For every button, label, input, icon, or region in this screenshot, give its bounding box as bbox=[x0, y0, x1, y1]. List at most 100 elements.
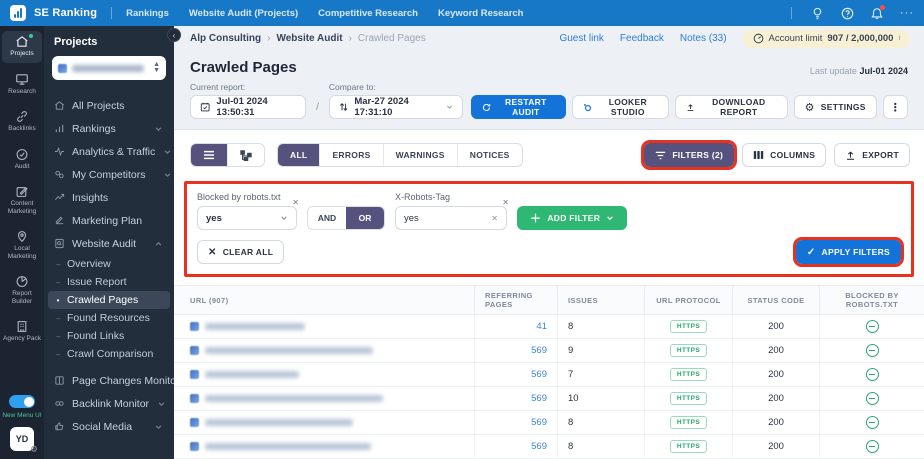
col-url-protocol[interactable]: URL PROTOCOL bbox=[645, 286, 733, 314]
tab-all[interactable]: ALL bbox=[278, 144, 321, 166]
blocked-by-robots-select[interactable]: yes bbox=[197, 206, 297, 230]
tab-errors[interactable]: ERRORS bbox=[320, 144, 384, 166]
rail-item-projects[interactable]: Projects bbox=[2, 31, 42, 63]
info-icon[interactable]: i bbox=[898, 35, 900, 42]
sidebar-item-all-projects[interactable]: All Projects bbox=[44, 94, 174, 117]
url-redacted[interactable] bbox=[205, 395, 383, 402]
remove-filter-icon[interactable]: ✕ bbox=[502, 198, 509, 207]
operator-or[interactable]: OR bbox=[346, 207, 384, 229]
tree-view-button[interactable] bbox=[228, 144, 264, 166]
url-redacted[interactable] bbox=[205, 323, 305, 330]
url-redacted[interactable] bbox=[205, 347, 373, 354]
breadcrumb-website-audit[interactable]: Website Audit bbox=[276, 33, 342, 44]
sidebar-item-rankings[interactable]: Rankings bbox=[44, 117, 174, 140]
rail-item-report-builder[interactable]: Report Builder bbox=[2, 271, 42, 310]
url-redacted[interactable] bbox=[205, 443, 371, 450]
referring-pages-link[interactable]: 569 bbox=[531, 369, 547, 380]
col-status-code[interactable]: STATUS CODE bbox=[733, 286, 820, 314]
guest-link[interactable]: Guest link bbox=[559, 33, 603, 44]
sidebar-subitem-overview[interactable]: – Overview bbox=[44, 255, 174, 273]
looker-studio-button[interactable]: LOOKER STUDIO bbox=[571, 95, 670, 119]
list-view-button[interactable] bbox=[191, 144, 228, 166]
more-menu-icon[interactable]: ··· bbox=[900, 7, 914, 19]
rail-item-backlinks[interactable]: Backlinks bbox=[2, 106, 42, 138]
topnav-competitive-research[interactable]: Competitive Research bbox=[318, 8, 418, 19]
settings-gear-icon[interactable]: ⚙ bbox=[30, 445, 38, 455]
brand-name[interactable]: SE Ranking bbox=[34, 7, 97, 19]
breadcrumb-project[interactable]: Alp Consulting bbox=[190, 33, 261, 44]
table-row[interactable]: 569 10 HTTPS 200 bbox=[174, 387, 924, 411]
table-row[interactable]: 569 7 HTTPS 200 bbox=[174, 363, 924, 387]
col-blocked-by-robots[interactable]: BLOCKED BY ROBOTS.TXT bbox=[820, 286, 924, 314]
sidebar-subitem-issue-report[interactable]: – Issue Report bbox=[44, 273, 174, 291]
calendar-icon bbox=[200, 102, 210, 112]
project-selector[interactable]: ▲ ▼ bbox=[52, 56, 166, 80]
current-report-picker[interactable]: Jul-01 2024 13:50:31 bbox=[190, 95, 307, 119]
account-limit-pill[interactable]: Account limit 907 / 2,000,000 i bbox=[742, 29, 910, 48]
sidebar-item-website-audit[interactable]: Website Audit bbox=[44, 232, 174, 255]
sidebar-item-page-changes-monitor[interactable]: Page Changes Monitor bbox=[44, 369, 179, 392]
sidebar-item-backlink-monitor[interactable]: Backlink Monitor bbox=[44, 392, 174, 415]
referring-pages-link[interactable]: 569 bbox=[531, 345, 547, 356]
https-badge: HTTPS bbox=[669, 344, 708, 357]
filters-button[interactable]: FILTERS (2) bbox=[641, 140, 738, 170]
sidebar-item-analytics-traffic[interactable]: Analytics & Traffic bbox=[44, 140, 174, 163]
export-button[interactable]: EXPORT bbox=[834, 143, 910, 167]
https-badge: HTTPS bbox=[669, 392, 708, 405]
lightbulb-icon[interactable] bbox=[810, 6, 824, 20]
compare-to-picker[interactable]: Mar-27 2024 17:31:10 bbox=[328, 95, 464, 119]
sidebar-item-marketing-plan[interactable]: Marketing Plan bbox=[44, 209, 174, 232]
sidebar-collapse-button[interactable]: ‹ bbox=[167, 28, 181, 42]
rail-item-research[interactable]: Research bbox=[2, 69, 42, 101]
sidebar-subitem-found-resources[interactable]: – Found Resources bbox=[44, 309, 174, 327]
sidebar-subitem-crawl-comparison[interactable]: – Crawl Comparison bbox=[44, 345, 174, 363]
referring-pages-link[interactable]: 41 bbox=[536, 321, 547, 332]
rail-item-agency-pack[interactable]: Agency Pack bbox=[2, 316, 42, 348]
sidebar-subitem-crawled-pages[interactable]: • Crawled Pages bbox=[48, 291, 170, 309]
tab-warnings[interactable]: WARNINGS bbox=[384, 144, 458, 166]
referring-pages-link[interactable]: 569 bbox=[531, 393, 547, 404]
referring-pages-link[interactable]: 569 bbox=[531, 417, 547, 428]
user-avatar[interactable]: YD ⚙ bbox=[10, 427, 38, 455]
rail-item-local-marketing[interactable]: Local Marketing bbox=[2, 226, 42, 265]
sidebar-item-insights[interactable]: Insights bbox=[44, 186, 174, 209]
columns-button[interactable]: COLUMNS bbox=[742, 143, 827, 167]
download-report-button[interactable]: DOWNLOAD REPORT bbox=[675, 95, 788, 119]
feedback-link[interactable]: Feedback bbox=[620, 33, 664, 44]
x-robots-tag-input[interactable]: yes ✕ bbox=[395, 206, 507, 230]
se-ranking-logo-icon[interactable] bbox=[10, 5, 26, 21]
sidebar-subitem-found-links[interactable]: – Found Links bbox=[44, 327, 174, 345]
apply-filters-button[interactable]: ✓ APPLY FILTERS bbox=[792, 237, 905, 267]
table-row[interactable]: 569 9 HTTPS 200 bbox=[174, 339, 924, 363]
topnav-rankings[interactable]: Rankings bbox=[126, 8, 169, 19]
clear-input-icon[interactable]: ✕ bbox=[491, 214, 498, 223]
topbar-divider bbox=[111, 7, 113, 19]
rail-item-content-marketing[interactable]: Content Marketing bbox=[2, 181, 42, 220]
col-url[interactable]: URL (907) bbox=[174, 286, 475, 314]
help-icon[interactable] bbox=[840, 6, 854, 20]
more-actions-button[interactable]: ⋮ bbox=[882, 95, 909, 119]
table-row[interactable]: 41 8 HTTPS 200 bbox=[174, 315, 924, 339]
table-row[interactable]: 569 8 HTTPS 200 bbox=[174, 435, 924, 459]
settings-button[interactable]: ⚙ SETTINGS bbox=[793, 95, 877, 119]
new-menu-ui-toggle[interactable] bbox=[9, 395, 35, 408]
remove-filter-icon[interactable]: ✕ bbox=[292, 198, 299, 207]
sidebar-item-social-media[interactable]: Social Media bbox=[44, 415, 174, 438]
sidebar-item-my-competitors[interactable]: My Competitors bbox=[44, 163, 174, 186]
topnav-keyword-research[interactable]: Keyword Research bbox=[438, 8, 524, 19]
url-redacted[interactable] bbox=[205, 419, 353, 426]
operator-and[interactable]: AND bbox=[308, 207, 346, 229]
notes-link[interactable]: Notes (33) bbox=[680, 33, 727, 44]
notifications-bell-icon[interactable] bbox=[870, 5, 885, 20]
referring-pages-link[interactable]: 569 bbox=[531, 441, 547, 452]
col-issues[interactable]: ISSUES bbox=[558, 286, 645, 314]
table-row[interactable]: 569 8 HTTPS 200 bbox=[174, 411, 924, 435]
url-redacted[interactable] bbox=[205, 371, 299, 378]
tab-notices[interactable]: NOTICES bbox=[458, 144, 522, 166]
rail-item-audit[interactable]: Audit bbox=[2, 144, 42, 176]
add-filter-button[interactable]: ＋ ADD FILTER bbox=[517, 206, 628, 230]
restart-audit-button[interactable]: RESTART AUDIT bbox=[471, 95, 566, 119]
col-referring-pages[interactable]: REFERRING PAGES bbox=[475, 286, 558, 314]
clear-all-button[interactable]: ✕ CLEAR ALL bbox=[197, 240, 285, 264]
topnav-website-audit[interactable]: Website Audit (Projects) bbox=[189, 8, 298, 19]
